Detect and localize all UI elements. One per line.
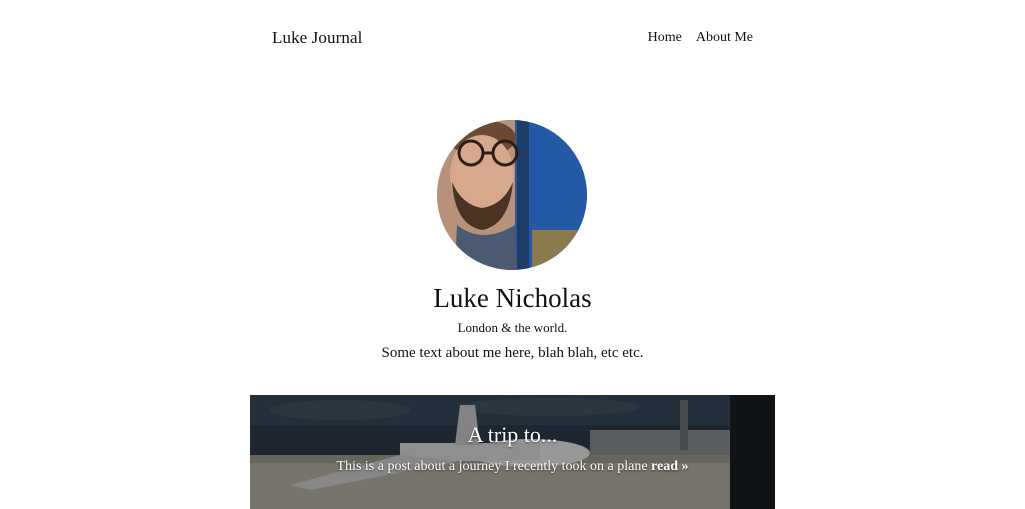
nav-item-home[interactable]: Home [648, 30, 682, 46]
site-title-link[interactable]: Luke Journal [272, 28, 362, 48]
post-excerpt: This is a post about a journey I recentl… [250, 459, 775, 475]
profile-bio: Some text about me here, blah blah, etc … [381, 345, 644, 361]
post-excerpt-text: This is a post about a journey I recentl… [336, 459, 648, 474]
main-nav: Home About Me [648, 30, 753, 46]
avatar-photo-icon [437, 120, 587, 270]
read-more-link[interactable]: read » [651, 459, 688, 474]
post-title[interactable]: A trip to... [250, 422, 775, 448]
profile-location: London & the world. [457, 320, 568, 335]
post-card[interactable]: A trip to... This is a post about a jour… [250, 395, 775, 509]
profile-name: Luke Nicholas [433, 283, 592, 313]
avatar [437, 120, 587, 270]
post-cover-image-icon [250, 395, 775, 509]
nav-item-about-me[interactable]: About Me [696, 30, 753, 46]
